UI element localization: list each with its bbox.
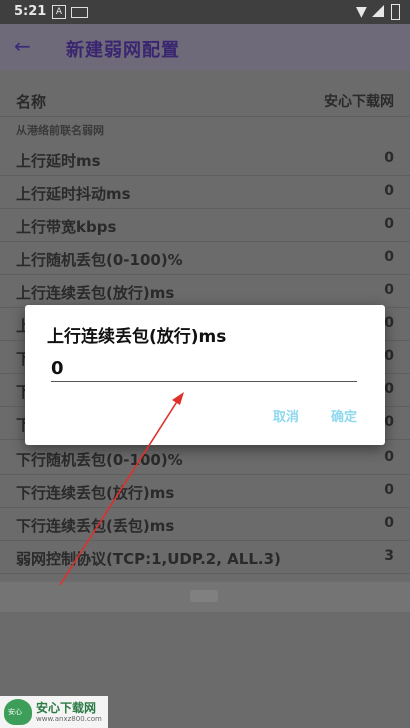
row-label: 下行连续丢包(丢包)ms [16, 517, 175, 535]
row-label: 弱网控制协议(TCP:1,UDP.2, ALL.3) [16, 550, 281, 568]
logo-text: 安心 [8, 708, 22, 716]
config-row-down-burst-drop[interactable]: 下行连续丢包(丢包)ms 0 [0, 507, 410, 541]
row-value: 0 [384, 282, 394, 298]
status-bar: 5:21 A ▼ [0, 0, 410, 24]
row-value: 0 [384, 348, 394, 364]
row-label: 上行延时抖动ms [16, 185, 131, 203]
row-label: 下行连续丢包(放行)ms [16, 484, 175, 502]
confirm-button[interactable]: 确定 [331, 406, 357, 425]
config-row-up-random-loss[interactable]: 上行随机丢包(0-100)% 0 [0, 241, 410, 275]
bottom-action-bar [0, 582, 410, 612]
watermark-url: www.anxz800.com [36, 715, 102, 723]
row-label: 上行带宽kbps [16, 218, 117, 236]
row-value: 0 [384, 183, 394, 199]
section-label: 从港络前联名弱网 [16, 124, 104, 137]
row-label: 下行随机丢包(0-100)% [16, 451, 183, 469]
watermark-title: 安心下载网 [36, 701, 97, 715]
row-label: 上行连续丢包(放行)ms [16, 284, 175, 302]
cancel-button[interactable]: 取消 [273, 406, 299, 425]
config-row-down-burst-pass[interactable]: 下行连续丢包(放行)ms 0 [0, 474, 410, 508]
dialog-title: 上行连续丢包(放行)ms [47, 327, 227, 347]
config-row-name[interactable]: 名称 安心下载网 [0, 83, 410, 117]
battery-icon [391, 4, 400, 20]
edit-value-dialog: 上行连续丢包(放行)ms 取消 确定 [25, 305, 385, 445]
config-row-up-jitter[interactable]: 上行延时抖动ms 0 [0, 175, 410, 209]
config-row-up-bandwidth[interactable]: 上行带宽kbps 0 [0, 208, 410, 242]
row-value: 0 [384, 216, 394, 232]
watermark-logo: 安心 安心下载网 www.anxz800.com [0, 696, 108, 728]
page-title: 新建弱网配置 [66, 40, 180, 61]
config-row-up-delay[interactable]: 上行延时ms 0 [0, 142, 410, 176]
back-arrow-icon[interactable]: ← [14, 34, 31, 58]
row-value: 0 [384, 381, 394, 397]
row-value: 0 [384, 414, 394, 430]
row-value: 安心下载网 [324, 94, 394, 110]
row-label: 名称 [16, 93, 47, 111]
row-value: 0 [384, 449, 394, 465]
app-bar: ← 新建弱网配置 [0, 24, 410, 70]
keyboard-icon [71, 7, 88, 18]
a-notification-icon: A [52, 5, 66, 19]
config-row-down-random-loss[interactable]: 下行随机丢包(0-100)% 0 [0, 441, 410, 475]
config-row-protocol[interactable]: 弱网控制协议(TCP:1,UDP.2, ALL.3) 3 [0, 540, 410, 574]
row-value: 0 [384, 249, 394, 265]
row-value: 0 [384, 515, 394, 531]
brand-logo-icon: 安心 [4, 699, 32, 725]
status-time: 5:21 [14, 4, 47, 19]
row-value: 0 [384, 150, 394, 166]
row-value: 0 [384, 482, 394, 498]
save-button[interactable] [190, 590, 218, 602]
row-value: 3 [384, 548, 394, 564]
row-label: 上行延时ms [16, 152, 101, 170]
row-value: 0 [384, 315, 394, 331]
row-label: 上行随机丢包(0-100)% [16, 251, 183, 269]
signal-icon [372, 5, 384, 17]
dialog-value-input[interactable] [51, 355, 357, 382]
wifi-icon: ▼ [356, 4, 367, 20]
config-row-up-burst-pass[interactable]: 上行连续丢包(放行)ms 0 [0, 274, 410, 308]
